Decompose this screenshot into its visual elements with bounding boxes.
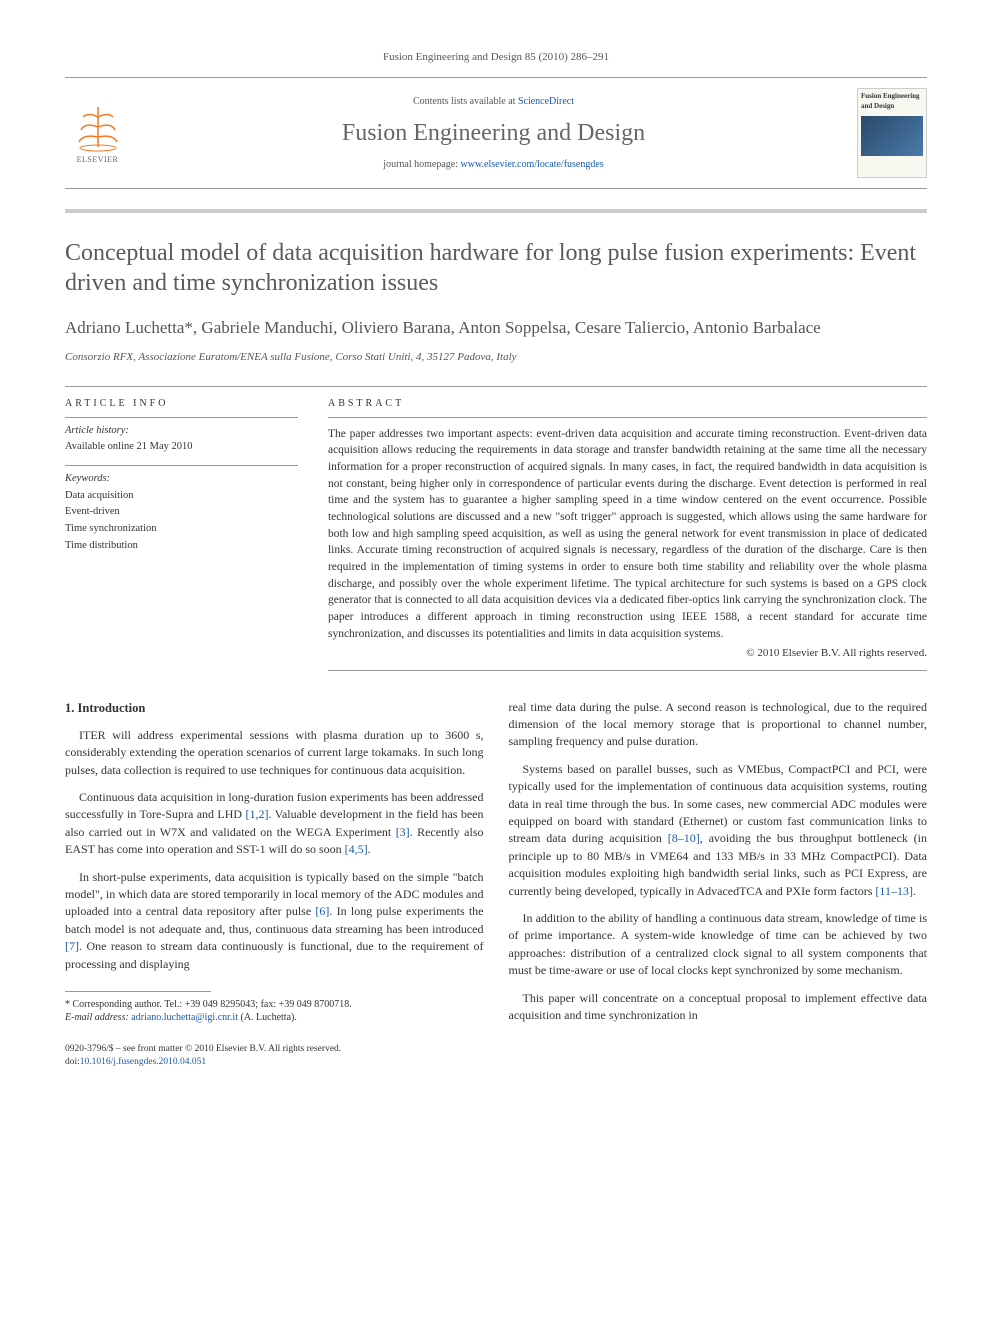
section-title: Introduction [78, 701, 146, 715]
citation-link[interactable]: [1,2] [245, 807, 268, 821]
email-label: E-mail address: [65, 1012, 131, 1023]
body-paragraph: real time data during the pulse. A secon… [509, 699, 928, 751]
keyword: Time distribution [65, 539, 298, 554]
body-paragraph: Systems based on parallel busses, such a… [509, 761, 928, 900]
contents-prefix: Contents lists available at [413, 96, 518, 107]
publisher-logo: ELSEVIER [65, 96, 130, 171]
citation-link[interactable]: [6] [315, 904, 329, 918]
footnote-rule [65, 991, 211, 992]
divider [65, 386, 927, 387]
cover-title: Fusion Engineering and Design [861, 92, 923, 112]
citation-link[interactable]: [8–10] [668, 831, 700, 845]
accent-rule [65, 209, 927, 213]
affiliation: Consorzio RFX, Associazione Euratom/ENEA… [65, 350, 927, 365]
abstract-label: ABSTRACT [328, 397, 927, 411]
footnote-corresponding: * Corresponding author. Tel.: +39 049 82… [65, 998, 484, 1012]
abstract-copyright: © 2010 Elsevier B.V. All rights reserved… [328, 646, 927, 661]
publisher-name: ELSEVIER [77, 154, 119, 165]
authors: Adriano Luchetta*, Gabriele Manduchi, Ol… [65, 316, 927, 340]
body-paragraph: ITER will address experimental sessions … [65, 727, 484, 779]
header-citation: Fusion Engineering and Design 85 (2010) … [65, 50, 927, 65]
keyword: Event-driven [65, 505, 298, 520]
journal-title: Fusion Engineering and Design [130, 117, 857, 151]
footer-line1: 0920-3796/$ – see front matter © 2010 El… [65, 1043, 484, 1056]
body-paragraph: In short-pulse experiments, data acquisi… [65, 869, 484, 973]
contents-line: Contents lists available at ScienceDirec… [130, 95, 857, 109]
body-paragraph: In addition to the ability of handling a… [509, 910, 928, 980]
doi-link[interactable]: 10.1016/j.fusengdes.2010.04.051 [80, 1057, 206, 1067]
email-suffix: (A. Luchetta). [238, 1012, 297, 1023]
footer-doi: doi:10.1016/j.fusengdes.2010.04.051 [65, 1056, 484, 1069]
section-heading: 1. Introduction [65, 699, 484, 717]
journal-cover-thumbnail: Fusion Engineering and Design [857, 88, 927, 178]
article-title: Conceptual model of data acquisition har… [65, 238, 927, 298]
citation-link[interactable]: [4,5] [345, 842, 368, 856]
keyword: Data acquisition [65, 489, 298, 504]
abstract-text: The paper addresses two important aspect… [328, 426, 927, 643]
history-text: Available online 21 May 2010 [65, 440, 298, 455]
masthead: ELSEVIER Contents lists available at Sci… [65, 77, 927, 189]
body-paragraph: Continuous data acquisition in long-dura… [65, 789, 484, 859]
homepage-line: journal homepage: www.elsevier.com/locat… [130, 158, 857, 172]
sciencedirect-link[interactable]: ScienceDirect [518, 96, 574, 107]
article-info-label: ARTICLE INFO [65, 397, 298, 411]
email-link[interactable]: adriano.luchetta@igi.cnr.it [131, 1012, 238, 1023]
keyword: Time synchronization [65, 522, 298, 537]
history-label: Article history: [65, 424, 298, 439]
citation-link[interactable]: [3] [396, 825, 410, 839]
elsevier-tree-icon [73, 102, 123, 152]
citation-link[interactable]: [11–13] [875, 884, 913, 898]
homepage-prefix: journal homepage: [383, 159, 460, 170]
citation-link[interactable]: [7] [65, 939, 79, 953]
homepage-link[interactable]: www.elsevier.com/locate/fusengdes [461, 159, 604, 170]
keywords-label: Keywords: [65, 472, 298, 487]
cover-image-icon [861, 116, 923, 156]
doi-prefix: doi: [65, 1057, 80, 1067]
footnote-email: E-mail address: adriano.luchetta@igi.cnr… [65, 1011, 484, 1025]
body-paragraph: This paper will concentrate on a concept… [509, 990, 928, 1025]
section-number: 1. [65, 701, 74, 715]
